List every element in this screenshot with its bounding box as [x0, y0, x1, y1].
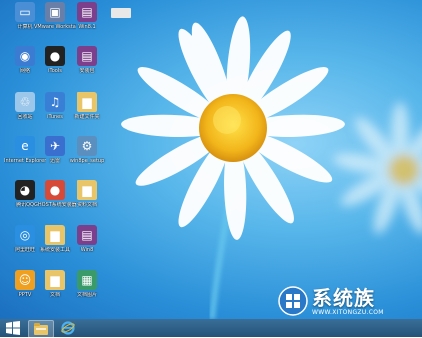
- internet-explorer-icon: [61, 321, 75, 335]
- watermark-title: 系统族: [312, 285, 375, 310]
- xitongzu-watermark: 系统族 WWW.XITONGZU.COM: [278, 284, 420, 318]
- ie-icon: e: [15, 136, 35, 156]
- desktop-icon[interactable]: ▆ 新建文件夹: [66, 92, 108, 132]
- folder-icon: ▆: [45, 270, 65, 290]
- qq-icon: ◕: [15, 180, 35, 200]
- desktop-icon-label: Win8: [80, 247, 94, 253]
- folder-icon: ▆: [45, 225, 65, 245]
- blank-file-icon: [111, 8, 131, 18]
- setup-icon: ⚙: [77, 136, 97, 156]
- ghost-icon: ●: [45, 180, 65, 200]
- watermark-url: WWW.XITONGZU.COM: [312, 308, 384, 316]
- image-icon: ▦: [77, 270, 97, 290]
- network-icon: ◉: [15, 46, 35, 66]
- desktop-icon[interactable]: [100, 2, 142, 42]
- recycle-bin-icon: ♲: [15, 92, 35, 112]
- pptv-icon: ☺: [15, 270, 35, 290]
- desktop-icon-label: 安装包: [79, 68, 95, 74]
- taskbar-internet-explorer-button[interactable]: [56, 320, 80, 336]
- computer-icon: ▭: [15, 2, 35, 22]
- folder-icon: ▆: [77, 180, 97, 200]
- desktop-icon-label: 文档图片: [76, 292, 97, 298]
- desktop-icon-label: 新建文件夹: [74, 114, 100, 120]
- desktop-icon[interactable]: ▤ 安装包: [66, 46, 108, 86]
- desktop-icon[interactable]: ▦ 文档图片: [66, 270, 108, 310]
- desktop-icon-label: win8pe_setup: [69, 158, 105, 164]
- xunlei-icon: ✈: [45, 136, 65, 156]
- desktop-icon[interactable]: ▆ 资料文档: [66, 180, 108, 220]
- desktop-icon[interactable]: ▤ Win8: [66, 225, 108, 265]
- archive-icon: ▤: [77, 46, 97, 66]
- taskbar-file-explorer-button[interactable]: [28, 320, 54, 338]
- start-button[interactable]: [2, 320, 24, 336]
- itools-icon: ●: [45, 46, 65, 66]
- itunes-icon: ♫: [45, 92, 65, 112]
- file-explorer-icon: [34, 323, 48, 335]
- aliwangwang-icon: ◎: [15, 225, 35, 245]
- vmware-icon: ▣: [45, 2, 65, 22]
- desktop-icon-label: 资料文档: [76, 202, 97, 208]
- windows-start-icon: [6, 321, 20, 335]
- xitongzu-logo-icon: [278, 286, 308, 316]
- archive-icon: ▤: [77, 225, 97, 245]
- desktop-icon[interactable]: ⚙ win8pe_setup: [66, 136, 108, 176]
- folder-icon: ▆: [77, 92, 97, 112]
- desktop[interactable]: ▭计算机▣VMware Workstation▤Win8.1◉网络●iTools…: [0, 0, 422, 319]
- archive-icon: ▤: [77, 2, 97, 22]
- taskbar: [0, 319, 422, 338]
